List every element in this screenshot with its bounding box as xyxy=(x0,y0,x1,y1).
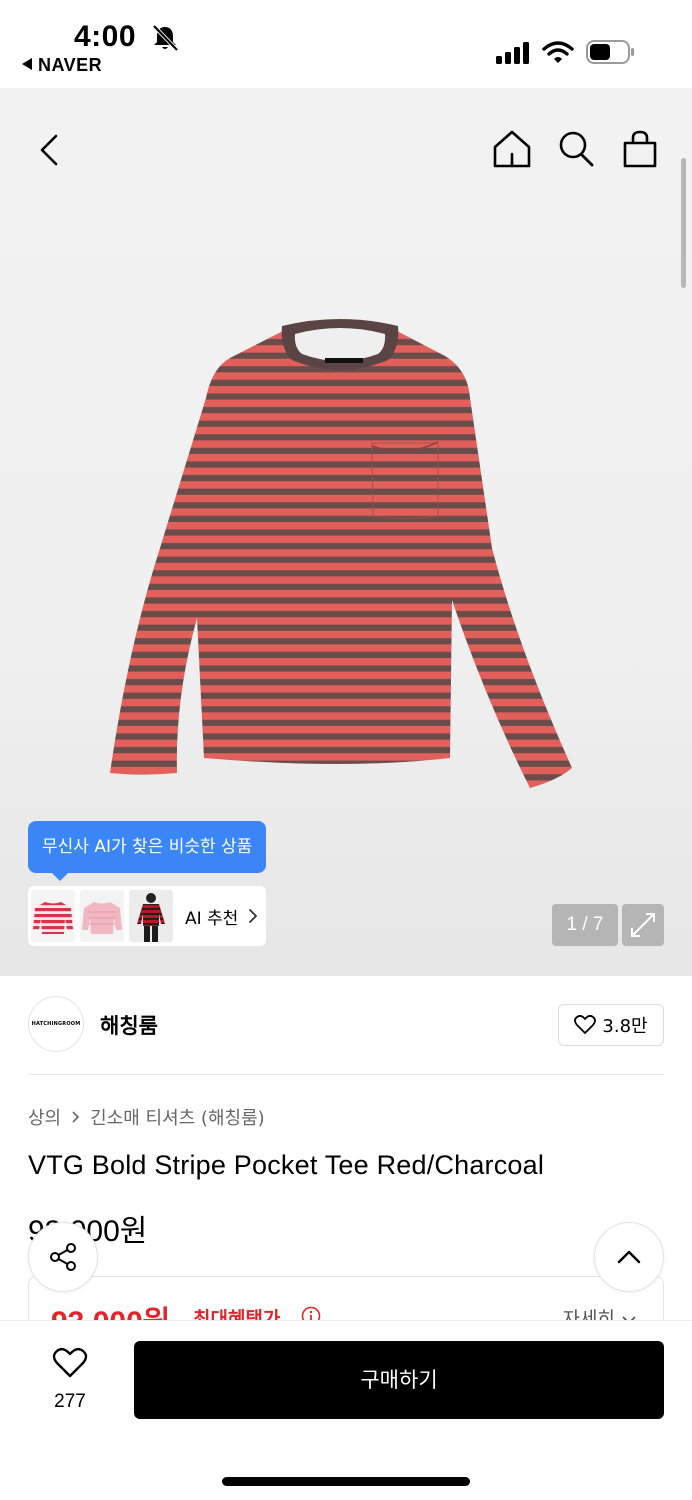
home-indicator xyxy=(222,1477,470,1486)
product-gallery[interactable]: 무신사 AI가 찾은 비슷한 상품 AI 추천 1 / 7 xyxy=(0,88,692,976)
brand-like-button[interactable]: 3.8만 xyxy=(558,1004,664,1046)
heart-icon xyxy=(52,1347,88,1378)
image-counter: 1 / 7 xyxy=(552,904,618,946)
ai-thumbnail-3[interactable] xyxy=(129,890,173,942)
status-time: 4:00 xyxy=(74,20,137,53)
brand-like-count: 3.8만 xyxy=(602,1016,648,1037)
expand-button[interactable] xyxy=(622,904,664,946)
back-to-app-link[interactable]: NAVER xyxy=(22,55,102,76)
shopping-bag-icon[interactable] xyxy=(620,128,660,170)
heart-icon xyxy=(574,1015,597,1034)
divider xyxy=(28,1074,664,1075)
wishlist-count: 277 xyxy=(54,1391,86,1412)
chevron-right-icon xyxy=(249,909,258,923)
back-app-label: NAVER xyxy=(38,55,103,75)
home-icon[interactable] xyxy=(490,128,534,170)
breadcrumb-item-category[interactable]: 상의 xyxy=(28,1104,61,1130)
product-image[interactable] xyxy=(100,318,580,798)
signal-icon xyxy=(496,42,529,64)
share-button[interactable] xyxy=(28,1222,98,1292)
breadcrumb: 상의 긴소매 티셔츠 (해칭룸) xyxy=(28,1104,265,1130)
product-title: VTG Bold Stripe Pocket Tee Red/Charcoal xyxy=(28,1150,545,1180)
ai-recommend-strip[interactable]: AI 추천 xyxy=(28,886,266,946)
chevron-left-icon[interactable] xyxy=(32,130,68,170)
scroll-top-button[interactable] xyxy=(594,1222,664,1292)
bell-off-icon xyxy=(152,24,179,52)
brand-name[interactable]: 해칭룸 xyxy=(100,1010,158,1040)
chevron-right-icon xyxy=(72,1111,80,1123)
brand-logo[interactable]: HATCHINGROOM xyxy=(28,996,84,1052)
ai-recommend-label: AI 추천 xyxy=(185,908,239,929)
battery-icon xyxy=(586,40,634,64)
share-icon xyxy=(50,1243,76,1271)
chevron-up-icon xyxy=(617,1250,641,1264)
expand-icon xyxy=(631,913,655,937)
back-triangle-icon xyxy=(22,58,32,70)
buy-button[interactable]: 구매하기 xyxy=(134,1341,664,1419)
bottom-action-bar: 277 구매하기 xyxy=(0,1320,692,1500)
breadcrumb-item-subcategory[interactable]: 긴소매 티셔츠 (해칭룸) xyxy=(90,1104,265,1130)
ai-thumbnail-2[interactable] xyxy=(80,890,124,942)
wifi-icon xyxy=(542,41,574,63)
ai-similar-tooltip[interactable]: 무신사 AI가 찾은 비슷한 상품 xyxy=(28,821,267,881)
wishlist-button[interactable]: 277 xyxy=(36,1347,104,1417)
scroll-indicator xyxy=(681,158,686,288)
status-bar: 4:00 NAVER xyxy=(0,0,692,88)
brand-row[interactable]: HATCHINGROOM 해칭룸 3.8만 xyxy=(28,996,664,1054)
ai-thumbnail-1[interactable] xyxy=(31,890,75,942)
search-icon[interactable] xyxy=(556,128,596,170)
